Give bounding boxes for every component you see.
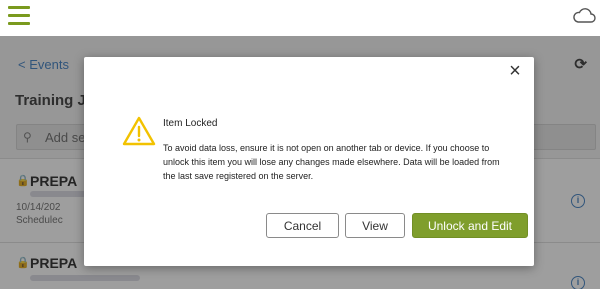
cloud-icon[interactable] [572, 7, 596, 25]
dialog-message: To avoid data loss, ensure it is not ope… [163, 143, 500, 181]
unlock-and-edit-button[interactable]: Unlock and Edit [412, 213, 528, 238]
dialog-title: Item Locked [163, 118, 218, 129]
item-locked-dialog: × Item Locked To avoid data loss, ensure… [84, 57, 534, 266]
hamburger-menu-icon[interactable] [8, 6, 30, 26]
cancel-button[interactable]: Cancel [266, 213, 339, 238]
app-top-bar [0, 0, 600, 36]
warning-icon [122, 116, 156, 146]
view-button[interactable]: View [345, 213, 405, 238]
close-icon[interactable]: × [506, 61, 524, 81]
